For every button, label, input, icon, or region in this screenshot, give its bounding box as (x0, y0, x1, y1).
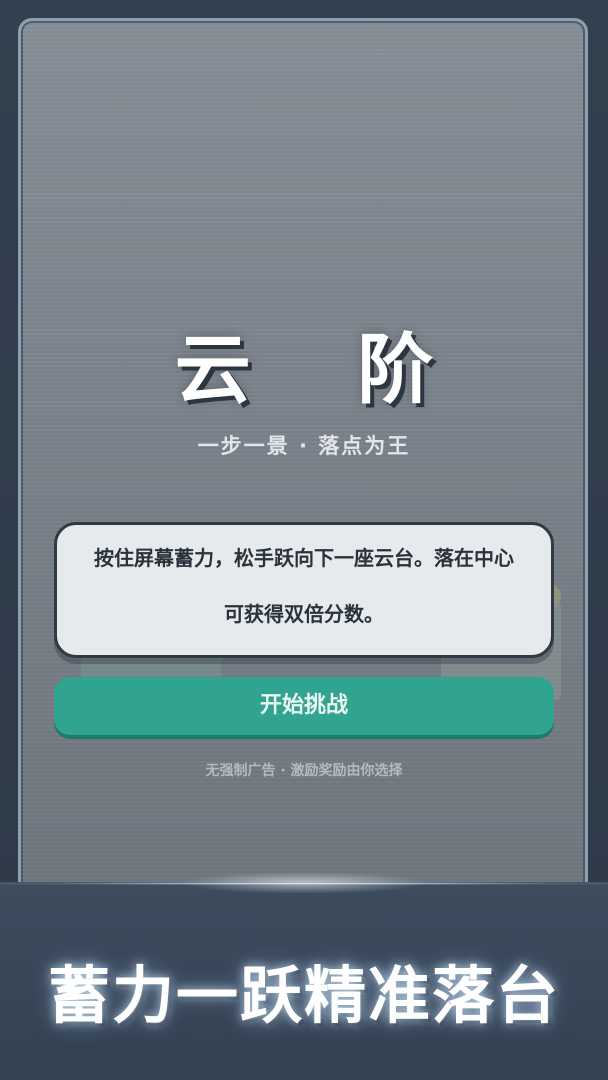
game-title: 云 阶 (174, 325, 474, 414)
ad-policy-note: 无强制广告 · 激励奖励由你选择 (205, 763, 403, 779)
screen-texture (21, 21, 585, 915)
promo-slogan: 蓄力一跃精准落台 (47, 959, 560, 1032)
start-challenge-button[interactable]: 开始挑战 (54, 677, 554, 735)
game-screen (18, 18, 588, 918)
instructions-card: 按住屏幕蓄力，松手跃向下一座云台。落在中心可获得双倍分数。 (54, 522, 554, 658)
instructions-text: 按住屏幕蓄力，松手跃向下一座云台。落在中心可获得双倍分数。 (94, 546, 514, 626)
banner-divider (0, 882, 608, 885)
game-subtitle: 一步一景 · 落点为王 (197, 434, 411, 458)
